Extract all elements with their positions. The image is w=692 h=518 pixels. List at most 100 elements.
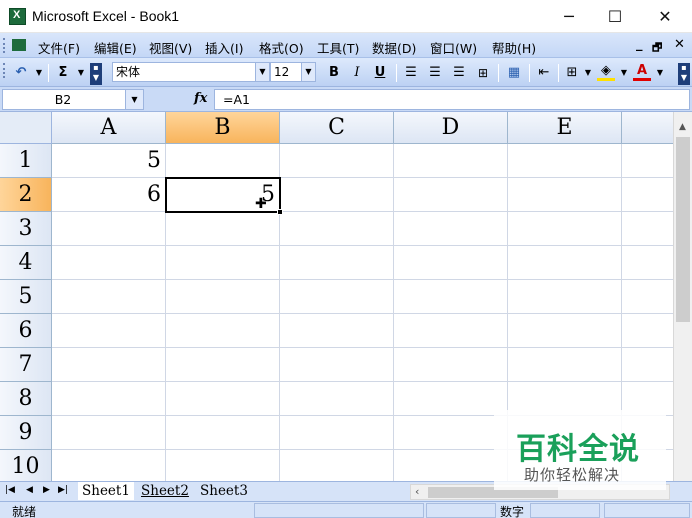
grid-cell[interactable]: [166, 280, 280, 314]
grid-cell[interactable]: [394, 348, 508, 382]
grid-cell[interactable]: [52, 280, 166, 314]
grid-cell[interactable]: [52, 416, 166, 450]
font-color-icon[interactable]: A: [633, 63, 651, 81]
align-right-icon[interactable]: ☰: [450, 63, 468, 83]
grid-cell[interactable]: [394, 450, 508, 481]
workbook-close-button[interactable]: ✕: [674, 37, 685, 52]
minimize-button[interactable]: ─: [546, 0, 592, 33]
grid-cell[interactable]: [280, 416, 394, 450]
toolbar-options-icon[interactable]: ▪ ▼: [678, 63, 690, 85]
borders-icon[interactable]: ⊞: [563, 63, 581, 83]
grid-cell[interactable]: [280, 212, 394, 246]
menu-data[interactable]: 数据(D): [372, 38, 416, 57]
merge-center-icon[interactable]: ⊞: [474, 63, 492, 83]
scroll-up-icon[interactable]: ▲: [679, 122, 686, 132]
grid-cell[interactable]: [622, 280, 673, 314]
row-header[interactable]: 1: [0, 144, 52, 178]
menu-file[interactable]: 文件(F): [38, 38, 80, 57]
font-name-combo[interactable]: 宋体 ▼: [112, 62, 270, 82]
grid-cell[interactable]: [280, 348, 394, 382]
grid-cell[interactable]: [508, 144, 622, 178]
grid-cell[interactable]: [622, 144, 673, 178]
grid-cell[interactable]: [166, 314, 280, 348]
fill-color-icon[interactable]: ◈: [597, 63, 615, 81]
borders-dropdown-icon[interactable]: ▼: [583, 63, 593, 83]
grid-cell[interactable]: [622, 348, 673, 382]
row-header[interactable]: 3: [0, 212, 52, 246]
select-all-corner[interactable]: [0, 112, 52, 144]
maximize-button[interactable]: ☐: [592, 0, 638, 33]
row-header[interactable]: 9: [0, 416, 52, 450]
grid-cell[interactable]: [52, 450, 166, 481]
align-left-icon[interactable]: ☰: [402, 63, 420, 83]
chevron-down-icon[interactable]: ▼: [125, 90, 143, 109]
menu-tools[interactable]: 工具(T): [317, 38, 359, 57]
row-header[interactable]: 4: [0, 246, 52, 280]
vertical-scroll-thumb[interactable]: [676, 137, 690, 322]
chevron-down-icon[interactable]: ▼: [255, 63, 269, 81]
grid-cell[interactable]: [508, 178, 622, 212]
insert-function-icon[interactable]: fx: [194, 91, 207, 106]
cell-a1[interactable]: 5: [52, 144, 166, 178]
grid-cell[interactable]: [622, 314, 673, 348]
grid-cell[interactable]: [166, 416, 280, 450]
toolbar-grip[interactable]: [3, 63, 7, 78]
vertical-scrollbar[interactable]: ▲: [673, 112, 692, 481]
grid-cell[interactable]: [394, 314, 508, 348]
grid-cell[interactable]: [166, 382, 280, 416]
grid-cell[interactable]: [508, 314, 622, 348]
underline-button[interactable]: U: [371, 63, 389, 83]
fill-handle[interactable]: [277, 209, 283, 215]
grid-cell[interactable]: [394, 416, 508, 450]
grid-cell[interactable]: [166, 450, 280, 481]
grid-cell[interactable]: [52, 382, 166, 416]
column-header-b[interactable]: B: [166, 112, 280, 144]
row-header[interactable]: 10: [0, 450, 52, 481]
scroll-left-icon[interactable]: ‹: [415, 485, 419, 498]
sheet-tab-sheet2[interactable]: Sheet2: [137, 482, 193, 500]
grid-cell[interactable]: [52, 314, 166, 348]
excel-app-icon[interactable]: [9, 8, 26, 25]
grid-cell[interactable]: [394, 178, 508, 212]
workbook-restore-button[interactable]: 🗗: [652, 39, 662, 58]
first-sheet-icon[interactable]: |◀: [5, 485, 15, 495]
grid-cell[interactable]: [280, 246, 394, 280]
grid-cell[interactable]: [280, 314, 394, 348]
grid-cell[interactable]: [394, 280, 508, 314]
workbook-minimize-button[interactable]: _: [636, 37, 643, 52]
grid-cell[interactable]: [508, 280, 622, 314]
grid-cell[interactable]: [508, 246, 622, 280]
menu-view[interactable]: 视图(V): [149, 38, 192, 57]
column-header-d[interactable]: D: [394, 112, 508, 144]
column-header-c[interactable]: C: [280, 112, 394, 144]
autosum-icon[interactable]: Σ: [54, 63, 72, 83]
grid-cell[interactable]: [52, 348, 166, 382]
workbook-icon[interactable]: [12, 39, 26, 51]
menu-window[interactable]: 窗口(W): [430, 38, 477, 57]
grid-cell[interactable]: [166, 144, 280, 178]
font-size-combo[interactable]: 12 ▼: [270, 62, 316, 82]
close-button[interactable]: ✕: [642, 0, 688, 33]
sheet-tab-sheet3[interactable]: Sheet3: [196, 482, 252, 500]
row-header[interactable]: 8: [0, 382, 52, 416]
grid-cell[interactable]: [508, 212, 622, 246]
undo-icon[interactable]: ↶: [12, 63, 30, 83]
chevron-down-icon[interactable]: ▼: [301, 63, 315, 81]
grid-cell[interactable]: [280, 382, 394, 416]
next-sheet-icon[interactable]: ▶: [43, 485, 50, 495]
cell-a2[interactable]: 6: [52, 178, 166, 212]
grid-cell[interactable]: [280, 450, 394, 481]
row-header[interactable]: 2: [0, 178, 52, 212]
grid-cell[interactable]: [52, 246, 166, 280]
formula-input[interactable]: =A1: [214, 89, 690, 110]
decrease-indent-icon[interactable]: ⇤: [535, 63, 553, 83]
fill-color-dropdown-icon[interactable]: ▼: [619, 63, 629, 83]
menu-help[interactable]: 帮助(H): [492, 38, 536, 57]
grid-cell[interactable]: [622, 246, 673, 280]
grid-cell[interactable]: [394, 246, 508, 280]
font-color-dropdown-icon[interactable]: ▼: [655, 63, 665, 83]
cell-b2-active[interactable]: 5 ✚: [165, 177, 283, 215]
column-header-a[interactable]: A: [52, 112, 166, 144]
grid-cell[interactable]: [394, 212, 508, 246]
menu-insert[interactable]: 插入(I): [205, 38, 243, 57]
